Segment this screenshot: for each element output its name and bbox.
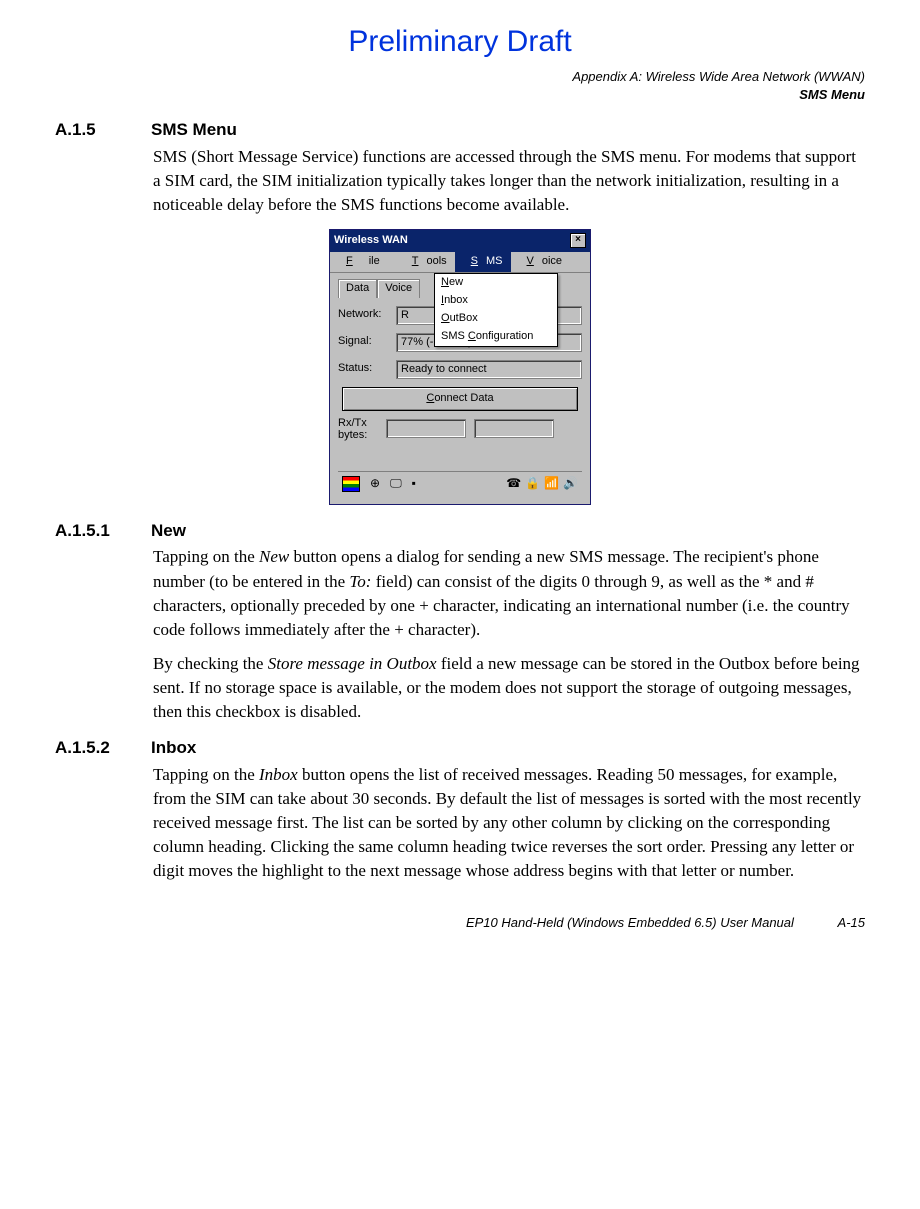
taskbar[interactable]: ⊕ 🖵 ▪ ☎ 🔒 📶 🔊 bbox=[338, 471, 582, 496]
app-icon[interactable]: ▪ bbox=[412, 475, 416, 492]
start-flag-icon[interactable] bbox=[342, 476, 360, 492]
section-number: A.1.5.1 bbox=[55, 519, 151, 544]
signal-icon[interactable]: 📶 bbox=[544, 475, 559, 492]
wireless-wan-window: Wireless WAN × File Tools SMS Voice Data… bbox=[329, 229, 591, 505]
label-network: Network: bbox=[338, 307, 396, 323]
menu-item-inbox[interactable]: Inbox bbox=[435, 292, 557, 310]
label-status: Status: bbox=[338, 361, 396, 377]
menu-item-sms-config[interactable]: SMS Configuration bbox=[435, 328, 557, 346]
page-header: Appendix A: Wireless Wide Area Network (… bbox=[55, 68, 865, 104]
section-number: A.1.5 bbox=[55, 118, 151, 143]
section-title: New bbox=[151, 519, 186, 544]
menu-item-outbox[interactable]: OutBox bbox=[435, 310, 557, 328]
preliminary-draft-heading: Preliminary Draft bbox=[55, 20, 865, 64]
paragraph: SMS (Short Message Service) functions ar… bbox=[153, 145, 865, 217]
label-rxtx: Rx/Tx bytes: bbox=[338, 417, 386, 441]
field-status: Ready to connect bbox=[396, 360, 582, 379]
phone-icon[interactable]: ☎ bbox=[506, 475, 521, 492]
field-rx bbox=[386, 419, 466, 438]
header-section: SMS Menu bbox=[55, 86, 865, 104]
close-icon[interactable]: × bbox=[570, 233, 586, 248]
field-tx bbox=[474, 419, 554, 438]
menubar[interactable]: File Tools SMS Voice bbox=[330, 252, 590, 273]
menu-sms[interactable]: SMS bbox=[455, 252, 511, 272]
connect-data-button[interactable]: Connect Data bbox=[342, 387, 578, 411]
label-signal: Signal: bbox=[338, 334, 396, 350]
sms-dropdown[interactable]: New Inbox OutBox SMS Configuration bbox=[434, 273, 558, 347]
paragraph: By checking the Store message in Outbox … bbox=[153, 652, 865, 724]
globe-icon[interactable]: ⊕ bbox=[370, 475, 380, 492]
page-footer: EP10 Hand-Held (Windows Embedded 6.5) Us… bbox=[55, 914, 865, 933]
sound-icon[interactable]: 🔊 bbox=[563, 475, 578, 492]
lock-icon[interactable]: 🔒 bbox=[525, 475, 540, 492]
menu-file[interactable]: File bbox=[330, 252, 396, 272]
footer-page-number: A-15 bbox=[838, 915, 865, 930]
tab-voice[interactable]: Voice bbox=[377, 279, 420, 298]
paragraph: Tapping on the New button opens a dialog… bbox=[153, 545, 865, 642]
menu-voice[interactable]: Voice bbox=[511, 252, 571, 272]
menu-tools[interactable]: Tools bbox=[396, 252, 455, 272]
section-title: Inbox bbox=[151, 736, 196, 761]
window-titlebar[interactable]: Wireless WAN × bbox=[330, 230, 590, 252]
section-number: A.1.5.2 bbox=[55, 736, 151, 761]
section-title: SMS Menu bbox=[151, 118, 237, 143]
header-appendix: Appendix A: Wireless Wide Area Network (… bbox=[55, 68, 865, 86]
paragraph: Tapping on the Inbox button opens the li… bbox=[153, 763, 865, 884]
footer-manual-title: EP10 Hand-Held (Windows Embedded 6.5) Us… bbox=[466, 915, 794, 930]
tab-data[interactable]: Data bbox=[338, 279, 377, 298]
desktop-icon[interactable]: 🖵 bbox=[390, 475, 402, 492]
window-title: Wireless WAN bbox=[334, 233, 408, 249]
menu-item-new[interactable]: New bbox=[435, 274, 557, 292]
